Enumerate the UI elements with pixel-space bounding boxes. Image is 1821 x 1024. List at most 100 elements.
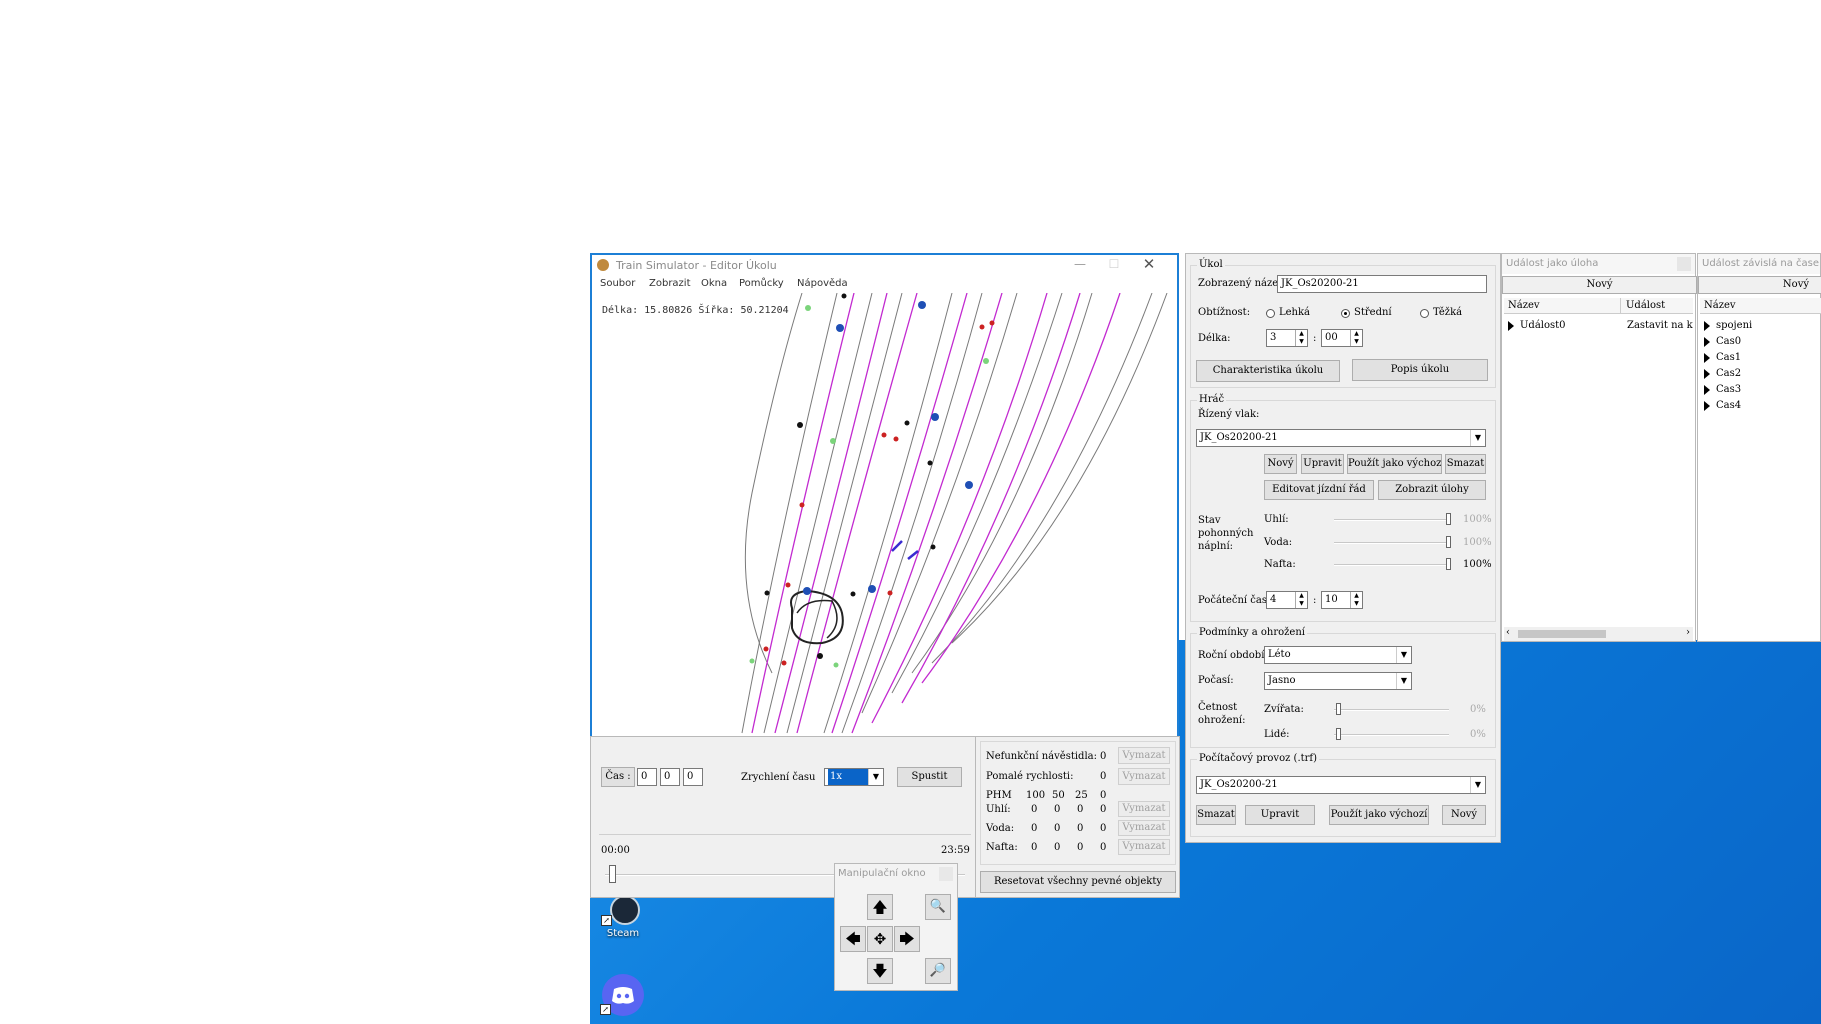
- zoom-out-icon[interactable]: 🔎: [925, 958, 951, 984]
- traffic-select[interactable]: JK_Os20200-21 ▼: [1196, 776, 1486, 794]
- expand-triangle-icon[interactable]: [1704, 336, 1710, 347]
- menu-napoveda[interactable]: Nápověda: [797, 278, 848, 289]
- traffic-edit-button[interactable]: Upravit: [1245, 805, 1315, 825]
- map-canvas[interactable]: Délka: 15.80826 Šířka: 50.21204: [592, 293, 1177, 735]
- show-tasks-button[interactable]: Zobrazit úlohy: [1378, 480, 1486, 500]
- minimize-icon[interactable]: —: [1070, 257, 1090, 273]
- desc-button[interactable]: Popis úkolu: [1352, 359, 1488, 381]
- difficulty-radio-tezka[interactable]: [1420, 309, 1429, 318]
- event-time-row[interactable]: Cas4: [1704, 400, 1741, 411]
- threat-people-slider-track[interactable]: [1334, 734, 1449, 736]
- editor-titlebar[interactable]: Train Simulator - Editor Úkolu — ☐ ✕: [592, 255, 1177, 275]
- expand-triangle-icon[interactable]: [1704, 384, 1710, 395]
- zoom-in-icon[interactable]: 🔍: [925, 894, 951, 920]
- time-slider-thumb[interactable]: [609, 865, 616, 883]
- voda-vymazat-button[interactable]: Vymazat: [1118, 820, 1170, 836]
- expand-triangle-icon[interactable]: [1704, 352, 1710, 363]
- phm-header-0: 0: [1100, 790, 1107, 801]
- fuel-voda-slider-track[interactable]: [1334, 542, 1449, 544]
- difficulty-radio-lehka[interactable]: [1266, 309, 1275, 318]
- start-minutes-field[interactable]: 10 ▲ ▼: [1321, 591, 1363, 609]
- event-task-titlebar[interactable]: Událost jako úloha: [1502, 254, 1695, 274]
- close-icon[interactable]: ✕: [1137, 255, 1161, 273]
- expand-triangle-icon[interactable]: [1704, 320, 1710, 331]
- event-time-row[interactable]: Cas0: [1704, 336, 1741, 347]
- uhli-vymazat-button[interactable]: Vymazat: [1118, 801, 1170, 817]
- arrow-down-icon[interactable]: 🡇: [867, 958, 893, 984]
- spin-icon[interactable]: ▲ ▼: [1350, 330, 1362, 346]
- train-edit-button[interactable]: Upravit: [1301, 454, 1344, 474]
- start-hours-field[interactable]: 4 ▲ ▼: [1266, 591, 1308, 609]
- expand-triangle-icon[interactable]: [1704, 400, 1710, 411]
- nefunkcni-vymazat-button[interactable]: Vymazat: [1118, 747, 1170, 764]
- event-task-close-icon[interactable]: [1677, 257, 1691, 271]
- track-map: [741, 293, 1168, 734]
- fuel-voda-slider-thumb[interactable]: [1446, 536, 1451, 548]
- arrow-right-icon[interactable]: 🡆: [894, 926, 920, 952]
- cas-hours-field[interactable]: 0: [637, 768, 657, 786]
- threat-label: Četnost ohrožení:: [1198, 702, 1246, 726]
- fuel-uhli-slider-track[interactable]: [1334, 519, 1449, 521]
- train-select[interactable]: JK_Os20200-21 ▼: [1196, 429, 1486, 447]
- cas-minutes-field[interactable]: 0: [660, 768, 680, 786]
- threat-animals-slider-thumb[interactable]: [1336, 703, 1341, 715]
- display-name-input[interactable]: JK_Os20200-21: [1277, 275, 1487, 293]
- event-time-row[interactable]: Cas3: [1704, 384, 1741, 395]
- event-time-new-button[interactable]: Nový: [1698, 276, 1821, 294]
- menu-okna[interactable]: Okna: [701, 278, 727, 289]
- menu-soubor[interactable]: Soubor: [600, 278, 635, 289]
- event-time-row[interactable]: Cas2: [1704, 368, 1741, 379]
- spin-icon[interactable]: ▲ ▼: [1295, 330, 1307, 346]
- pomale-vymazat-button[interactable]: Vymazat: [1118, 768, 1170, 785]
- menu-pomucky[interactable]: Pomůcky: [739, 278, 784, 289]
- traffic-new-button[interactable]: Nový: [1442, 805, 1486, 825]
- threat-people-slider-thumb[interactable]: [1336, 728, 1341, 740]
- weather-select[interactable]: Jasno ▼: [1264, 672, 1412, 690]
- col-name-header[interactable]: Název: [1508, 300, 1540, 311]
- season-select[interactable]: Léto ▼: [1264, 646, 1412, 664]
- arrow-left-icon[interactable]: 🡄: [840, 926, 866, 952]
- difficulty-radio-stredni[interactable]: [1341, 309, 1350, 318]
- event-time-row[interactable]: Cas1: [1704, 352, 1741, 363]
- timetable-button[interactable]: Editovat jízdní řád: [1264, 480, 1374, 500]
- length-minutes-field[interactable]: 00 ▲ ▼: [1321, 329, 1363, 347]
- move-icon[interactable]: ✥: [867, 926, 893, 952]
- length-hours-field[interactable]: 3 ▲ ▼: [1266, 329, 1308, 347]
- steam-desktop-icon[interactable]: ↗ Steam: [598, 895, 648, 943]
- col-event-header[interactable]: Událost: [1626, 300, 1665, 311]
- fuel-nafta-slider-track[interactable]: [1334, 564, 1449, 566]
- expand-triangle-icon[interactable]: [1508, 320, 1514, 331]
- train-default-button[interactable]: Použít jako výchozí: [1347, 454, 1442, 474]
- speed-select[interactable]: 1x ▼: [824, 768, 884, 786]
- fuel-uhli-slider-thumb[interactable]: [1446, 513, 1451, 525]
- manip-close-icon[interactable]: [939, 867, 953, 881]
- traffic-default-button[interactable]: Použít jako výchozí: [1329, 805, 1429, 825]
- discord-desktop-icon[interactable]: ↗: [598, 970, 648, 1020]
- expand-triangle-icon[interactable]: [1704, 368, 1710, 379]
- event-task-new-button[interactable]: Nový: [1502, 276, 1697, 294]
- char-button[interactable]: Charakteristika úkolu: [1196, 360, 1340, 382]
- scroll-left-icon[interactable]: ‹: [1506, 627, 1510, 638]
- fuel-nafta-slider-thumb[interactable]: [1446, 558, 1451, 570]
- traffic-delete-button[interactable]: Smazat: [1196, 805, 1236, 825]
- spin-icon[interactable]: ▲ ▼: [1350, 592, 1362, 608]
- cas-seconds-field[interactable]: 0: [683, 768, 703, 786]
- menu-zobrazit[interactable]: Zobrazit: [649, 278, 691, 289]
- col-name-header[interactable]: Název: [1704, 300, 1736, 311]
- event-time-titlebar[interactable]: Událost závislá na čase: [1698, 254, 1820, 274]
- train-delete-button[interactable]: Smazat: [1445, 454, 1486, 474]
- spin-icon[interactable]: ▲ ▼: [1295, 592, 1307, 608]
- threat-animals-slider-track[interactable]: [1334, 709, 1449, 711]
- cas-label-button[interactable]: Čas :: [601, 767, 635, 787]
- nafta-vymazat-button[interactable]: Vymazat: [1118, 839, 1170, 855]
- spustit-button[interactable]: Spustit: [897, 767, 962, 787]
- scrollbar-thumb[interactable]: [1518, 630, 1606, 638]
- horizontal-scrollbar[interactable]: ‹ ›: [1504, 627, 1693, 641]
- maximize-icon[interactable]: ☐: [1104, 257, 1124, 273]
- event-time-row[interactable]: spojeni: [1704, 320, 1752, 331]
- train-new-button[interactable]: Nový: [1264, 454, 1297, 474]
- reset-objects-button[interactable]: Resetovat všechny pevné objekty: [980, 871, 1176, 893]
- arrow-up-icon[interactable]: 🡅: [867, 894, 893, 920]
- event-task-row[interactable]: Událost0: [1508, 320, 1566, 331]
- scroll-right-icon[interactable]: ›: [1686, 627, 1690, 638]
